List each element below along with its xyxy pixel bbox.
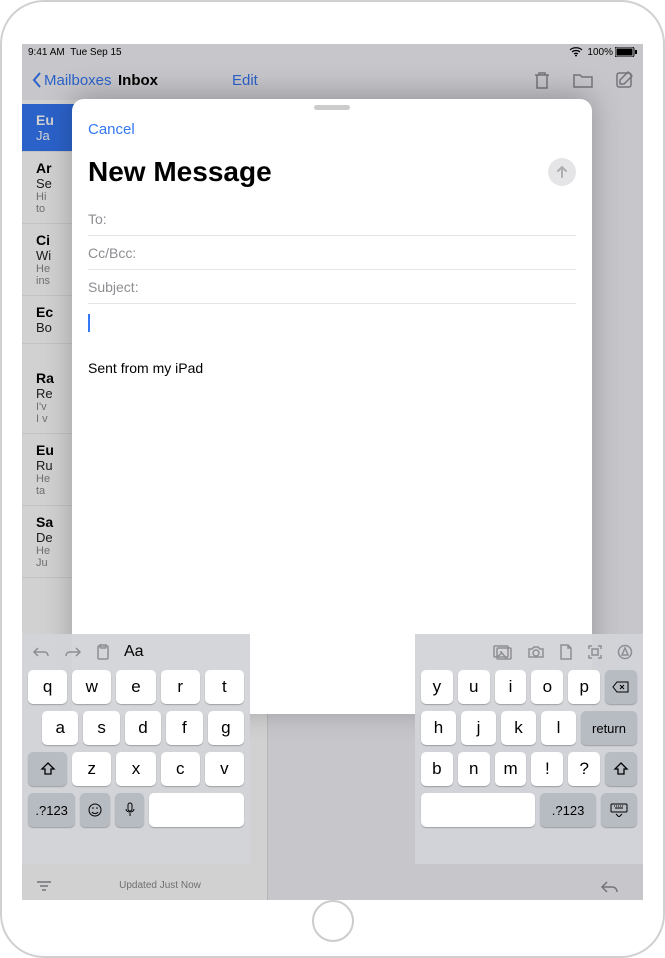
split-keyboard-right: y u i o p h j k l return b n m (415, 634, 643, 864)
key-h[interactable]: h (421, 711, 456, 745)
mail-navbar: Mailboxes Inbox Edit (22, 60, 643, 100)
delete-key[interactable] (605, 670, 637, 704)
key-i[interactable]: i (495, 670, 527, 704)
emoji-key[interactable] (80, 793, 110, 827)
edit-button[interactable]: Edit (232, 72, 258, 89)
mail-footer: Updated Just Now (22, 880, 268, 892)
arrow-up-icon (554, 164, 570, 180)
to-field[interactable]: To: (88, 202, 576, 236)
keyboard-toolbar-right (415, 634, 643, 670)
dictation-key[interactable] (115, 793, 145, 827)
key-c[interactable]: c (161, 752, 200, 786)
key-l[interactable]: l (541, 711, 576, 745)
compose-body[interactable]: Sent from my iPad (88, 304, 576, 376)
key-e[interactable]: e (116, 670, 155, 704)
key-g[interactable]: g (208, 711, 244, 745)
split-keyboard-left: Aa q w e r t a s d f g (22, 634, 250, 864)
subject-field[interactable]: Subject: (88, 270, 576, 304)
key-k[interactable]: k (501, 711, 536, 745)
key-q[interactable]: q (28, 670, 67, 704)
key-s[interactable]: s (83, 711, 119, 745)
text-cursor (88, 314, 90, 332)
key-o[interactable]: o (531, 670, 563, 704)
numbers-key[interactable]: .?123 (540, 793, 597, 827)
key-a[interactable]: a (42, 711, 78, 745)
return-key[interactable]: return (581, 711, 637, 745)
screen: 9:41 AM Tue Sep 15 100% Mailboxes (22, 44, 643, 900)
battery-icon: 100% (587, 47, 637, 58)
paste-icon[interactable] (96, 644, 110, 660)
key-b[interactable]: b (421, 752, 453, 786)
folder-icon[interactable] (573, 72, 593, 88)
redo-icon[interactable] (64, 645, 82, 659)
inbox-title: Inbox (118, 72, 158, 89)
back-button[interactable]: Mailboxes (32, 72, 112, 89)
key-m[interactable]: m (495, 752, 527, 786)
document-icon[interactable] (559, 644, 573, 660)
photos-icon[interactable] (493, 645, 513, 660)
key-excl[interactable]: ! (531, 752, 563, 786)
key-u[interactable]: u (458, 670, 490, 704)
shift-key[interactable] (605, 752, 637, 786)
cancel-button[interactable]: Cancel (88, 121, 135, 138)
key-z[interactable]: z (72, 752, 111, 786)
space-key[interactable] (149, 793, 244, 827)
scan-icon[interactable] (587, 644, 603, 660)
ccbcc-field[interactable]: Cc/Bcc: (88, 236, 576, 270)
markup-icon[interactable] (617, 644, 633, 660)
status-time: 9:41 AM Tue Sep 15 (28, 47, 122, 58)
key-y[interactable]: y (421, 670, 453, 704)
signature-text: Sent from my iPad (88, 360, 576, 376)
compose-sheet: Cancel New Message To: Cc/Bcc: Subject: … (72, 99, 592, 714)
undo-icon[interactable] (32, 645, 50, 659)
filter-icon[interactable] (36, 880, 52, 892)
key-f[interactable]: f (166, 711, 202, 745)
key-v[interactable]: v (205, 752, 244, 786)
key-r[interactable]: r (161, 670, 200, 704)
space-key[interactable] (421, 793, 535, 827)
numbers-key[interactable]: .?123 (28, 793, 75, 827)
format-text[interactable]: Aa (124, 643, 144, 661)
sheet-grabber[interactable] (314, 105, 350, 110)
home-button[interactable] (312, 900, 354, 942)
status-bar: 9:41 AM Tue Sep 15 100% (22, 44, 643, 60)
key-w[interactable]: w (72, 670, 111, 704)
key-n[interactable]: n (458, 752, 490, 786)
key-p[interactable]: p (568, 670, 600, 704)
compose-icon[interactable] (615, 71, 633, 89)
reply-icon[interactable] (600, 880, 618, 894)
chevron-left-icon (32, 72, 42, 88)
wifi-icon (569, 47, 583, 57)
key-t[interactable]: t (205, 670, 244, 704)
camera-icon[interactable] (527, 645, 545, 659)
key-x[interactable]: x (116, 752, 155, 786)
compose-title: New Message (88, 156, 272, 188)
shift-key[interactable] (28, 752, 67, 786)
trash-icon[interactable] (533, 70, 551, 90)
keyboard-toolbar-left: Aa (22, 634, 250, 670)
key-d[interactable]: d (125, 711, 161, 745)
keyboard-hide-key[interactable] (601, 793, 637, 827)
send-button[interactable] (548, 158, 576, 186)
ipad-frame: 9:41 AM Tue Sep 15 100% Mailboxes (0, 0, 665, 958)
key-quest[interactable]: ? (568, 752, 600, 786)
key-j[interactable]: j (461, 711, 496, 745)
